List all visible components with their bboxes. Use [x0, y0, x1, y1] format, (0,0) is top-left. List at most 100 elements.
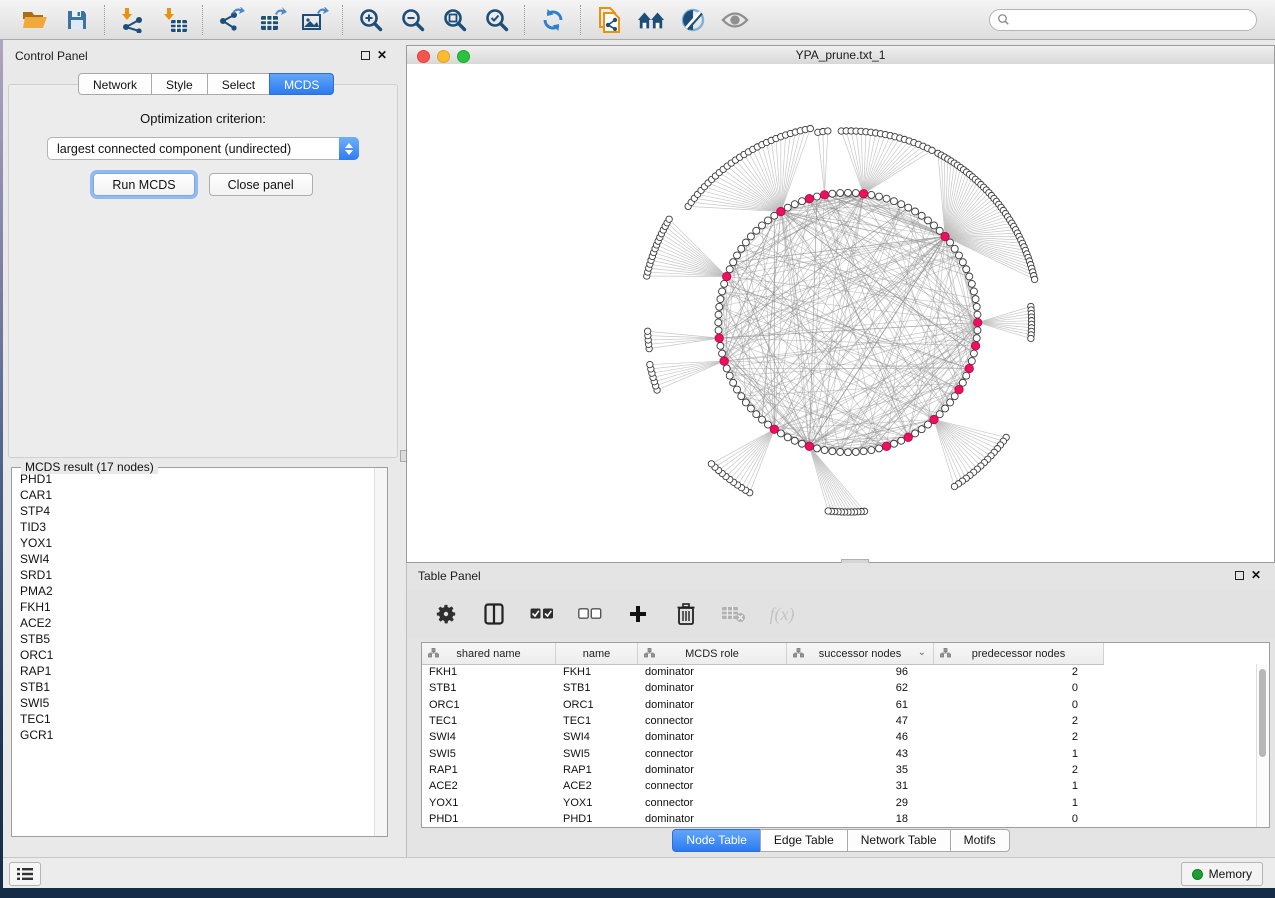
- tab-motifs[interactable]: Motifs: [950, 829, 1010, 852]
- column-header-predecessor-nodes[interactable]: predecessor nodes: [934, 643, 1104, 664]
- menu-button[interactable]: [9, 862, 41, 886]
- optimization-dropdown[interactable]: largest connected component (undirected): [47, 137, 359, 160]
- function-icon: f(x): [769, 601, 795, 627]
- table-row[interactable]: STB1STB1dominator620: [422, 680, 1269, 696]
- export-image-icon[interactable]: [301, 6, 329, 34]
- attribute-tree-icon: [940, 648, 951, 661]
- optimization-label: Optimization criterion:: [9, 111, 397, 126]
- mcds-result-item[interactable]: SWI5: [12, 695, 375, 711]
- close-panel-button[interactable]: Close panel: [209, 173, 313, 196]
- tab-network[interactable]: Network: [78, 73, 151, 95]
- mcds-result-item[interactable]: SRD1: [12, 567, 375, 583]
- attribute-tree-icon: [793, 648, 804, 661]
- cell-name: PHD1: [556, 813, 638, 825]
- import-network-icon[interactable]: [119, 6, 147, 34]
- mcds-result-item[interactable]: FKH1: [12, 599, 375, 615]
- column-header-MCDS-role[interactable]: MCDS role: [638, 643, 787, 664]
- tab-style[interactable]: Style: [151, 73, 207, 95]
- save-session-icon[interactable]: [63, 6, 91, 34]
- clone-network-icon[interactable]: [595, 6, 623, 34]
- mcds-result-item[interactable]: TEC1: [12, 711, 375, 727]
- search-input[interactable]: [989, 9, 1257, 31]
- network-window-titlebar[interactable]: YPA_prune.txt_1: [407, 46, 1274, 65]
- select-all-icon[interactable]: [529, 601, 555, 627]
- dropdown-stepper-icon: [339, 137, 359, 160]
- add-column-icon[interactable]: [625, 601, 651, 627]
- tab-node-table[interactable]: Node Table: [672, 829, 760, 852]
- status-bar: Memory: [3, 857, 1275, 888]
- close-table-panel-icon[interactable]: ✕: [1251, 571, 1261, 580]
- mcds-result-item[interactable]: PHD1: [12, 471, 375, 487]
- cell-name: TEC1: [556, 715, 638, 727]
- mcds-result-item[interactable]: GCR1: [12, 727, 375, 743]
- desktop: Control Panel ✕ NetworkStyleSelectMCDS O…: [0, 0, 1275, 898]
- delete-icon[interactable]: [673, 601, 699, 627]
- mcds-result-item[interactable]: CAR1: [12, 487, 375, 503]
- cell-MCDS-role: dominator: [638, 731, 787, 743]
- table-scrollbar[interactable]: [1256, 664, 1269, 827]
- tab-edge-table[interactable]: Edge Table: [760, 829, 847, 852]
- mcds-result-item[interactable]: STB1: [12, 679, 375, 695]
- mcds-result-scrollbar[interactable]: [374, 468, 387, 836]
- mcds-result-item[interactable]: TID3: [12, 519, 375, 535]
- zoom-selected-icon[interactable]: [483, 6, 511, 34]
- mcds-result-item[interactable]: ACE2: [12, 615, 375, 631]
- home-icon[interactable]: [637, 6, 665, 34]
- memory-button[interactable]: Memory: [1181, 862, 1263, 886]
- column-header-successor-nodes[interactable]: successor nodes⌄: [787, 643, 934, 664]
- zoom-in-icon[interactable]: [357, 6, 385, 34]
- columns-icon[interactable]: [481, 601, 507, 627]
- mcds-result-item[interactable]: PMA2: [12, 583, 375, 599]
- mcds-result-list[interactable]: PHD1CAR1STP4TID3YOX1SWI4SRD1PMA2FKH1ACE2…: [12, 471, 375, 836]
- cell-predecessor-nodes: 2: [934, 715, 1104, 727]
- close-panel-icon[interactable]: ✕: [377, 51, 387, 60]
- mcds-result-item[interactable]: YOX1: [12, 535, 375, 551]
- table-row[interactable]: ORC1ORC1dominator610: [422, 697, 1269, 713]
- float-table-panel-icon[interactable]: [1235, 571, 1244, 580]
- run-mcds-button[interactable]: Run MCDS: [93, 173, 194, 196]
- export-table-icon[interactable]: [259, 6, 287, 34]
- cell-MCDS-role: connector: [638, 715, 787, 727]
- mcds-result-item[interactable]: ORC1: [12, 647, 375, 663]
- cell-name: SWI5: [556, 748, 638, 760]
- network-canvas[interactable]: [407, 64, 1274, 562]
- cell-MCDS-role: connector: [638, 780, 787, 792]
- column-header-shared-name[interactable]: shared name: [422, 643, 556, 664]
- float-panel-icon[interactable]: [361, 51, 370, 60]
- eye-icon[interactable]: [721, 6, 749, 34]
- table-row[interactable]: YOX1YOX1connector291: [422, 794, 1269, 810]
- column-header-name[interactable]: name: [556, 643, 638, 664]
- table-row[interactable]: SWI5SWI5connector431: [422, 745, 1269, 761]
- table-header: shared namenameMCDS rolesuccessor nodes⌄…: [422, 643, 1104, 665]
- graphics-details-icon[interactable]: [679, 6, 707, 34]
- tab-select[interactable]: Select: [207, 73, 269, 95]
- mcds-result-item[interactable]: RAP1: [12, 663, 375, 679]
- table-row[interactable]: SWI4SWI4dominator462: [422, 729, 1269, 745]
- attribute-tree-icon: [644, 648, 655, 661]
- mcds-result-item[interactable]: STP4: [12, 503, 375, 519]
- tab-mcds[interactable]: MCDS: [269, 73, 334, 95]
- mcds-result-item[interactable]: SWI4: [12, 551, 375, 567]
- table-row[interactable]: RAP1RAP1dominator352: [422, 762, 1269, 778]
- cell-shared-name: RAP1: [422, 764, 556, 776]
- tab-network-table[interactable]: Network Table: [847, 829, 950, 852]
- table-scrollbar-thumb[interactable]: [1259, 669, 1266, 757]
- cell-MCDS-role: connector: [638, 748, 787, 760]
- table-row[interactable]: PHD1PHD1dominator180: [422, 811, 1269, 827]
- table-row[interactable]: FKH1FKH1dominator962: [422, 664, 1269, 680]
- open-file-icon[interactable]: [21, 6, 49, 34]
- search-icon: [997, 13, 1010, 31]
- deselect-all-icon[interactable]: [577, 601, 603, 627]
- gear-icon[interactable]: [433, 601, 459, 627]
- network-window-title: YPA_prune.txt_1: [407, 48, 1274, 62]
- import-table-icon[interactable]: [161, 6, 189, 34]
- cell-MCDS-role: dominator: [638, 682, 787, 694]
- refresh-icon[interactable]: [539, 6, 567, 34]
- table-row[interactable]: ACE2ACE2connector311: [422, 778, 1269, 794]
- mcds-result-item[interactable]: STB5: [12, 631, 375, 647]
- table-row[interactable]: TEC1TEC1connector472: [422, 713, 1269, 729]
- cell-shared-name: FKH1: [422, 666, 556, 678]
- export-network-icon[interactable]: [217, 6, 245, 34]
- zoom-out-icon[interactable]: [399, 6, 427, 34]
- zoom-fit-icon[interactable]: [441, 6, 469, 34]
